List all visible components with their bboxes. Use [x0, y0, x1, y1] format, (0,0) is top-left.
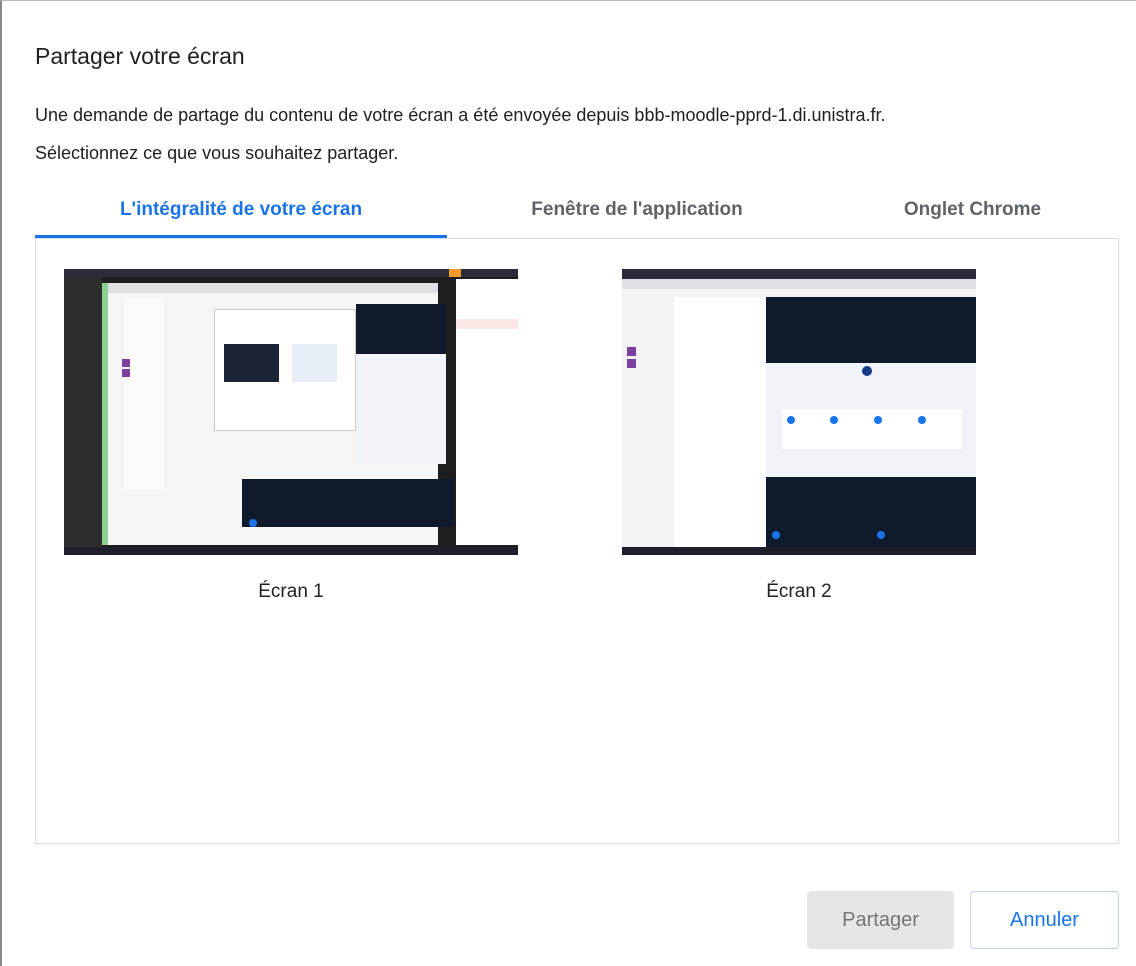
tab-entire-screen[interactable]: L'intégralité de votre écran [35, 191, 447, 237]
tab-application-window[interactable]: Fenêtre de l'application [447, 191, 827, 237]
description-line-1: Une demande de partage du contenu de vot… [35, 105, 886, 125]
share-screen-dialog: Partager votre écran Une demande de part… [0, 0, 1136, 966]
screen-list-panel: Écran 1 Écran 2 [35, 238, 1119, 844]
dialog-title: Partager votre écran [35, 43, 245, 69]
source-tabs: L'intégralité de votre écran Fenêtre de … [35, 191, 1118, 239]
cancel-button[interactable]: Annuler [970, 891, 1119, 949]
share-button[interactable]: Partager [807, 891, 954, 949]
screen-1-thumbnail [64, 269, 518, 555]
screen-2-label: Écran 2 [766, 581, 832, 602]
screen-option-1[interactable]: Écran 1 [64, 269, 518, 602]
screen-option-2[interactable]: Écran 2 [622, 269, 976, 602]
tab-chrome-tab[interactable]: Onglet Chrome [827, 191, 1118, 237]
screen-2-thumbnail [622, 269, 976, 555]
dialog-description: Une demande de partage du contenu de vot… [35, 96, 1130, 172]
description-line-2: Sélectionnez ce que vous souhaitez parta… [35, 143, 399, 163]
screen-1-label: Écran 1 [258, 581, 324, 602]
